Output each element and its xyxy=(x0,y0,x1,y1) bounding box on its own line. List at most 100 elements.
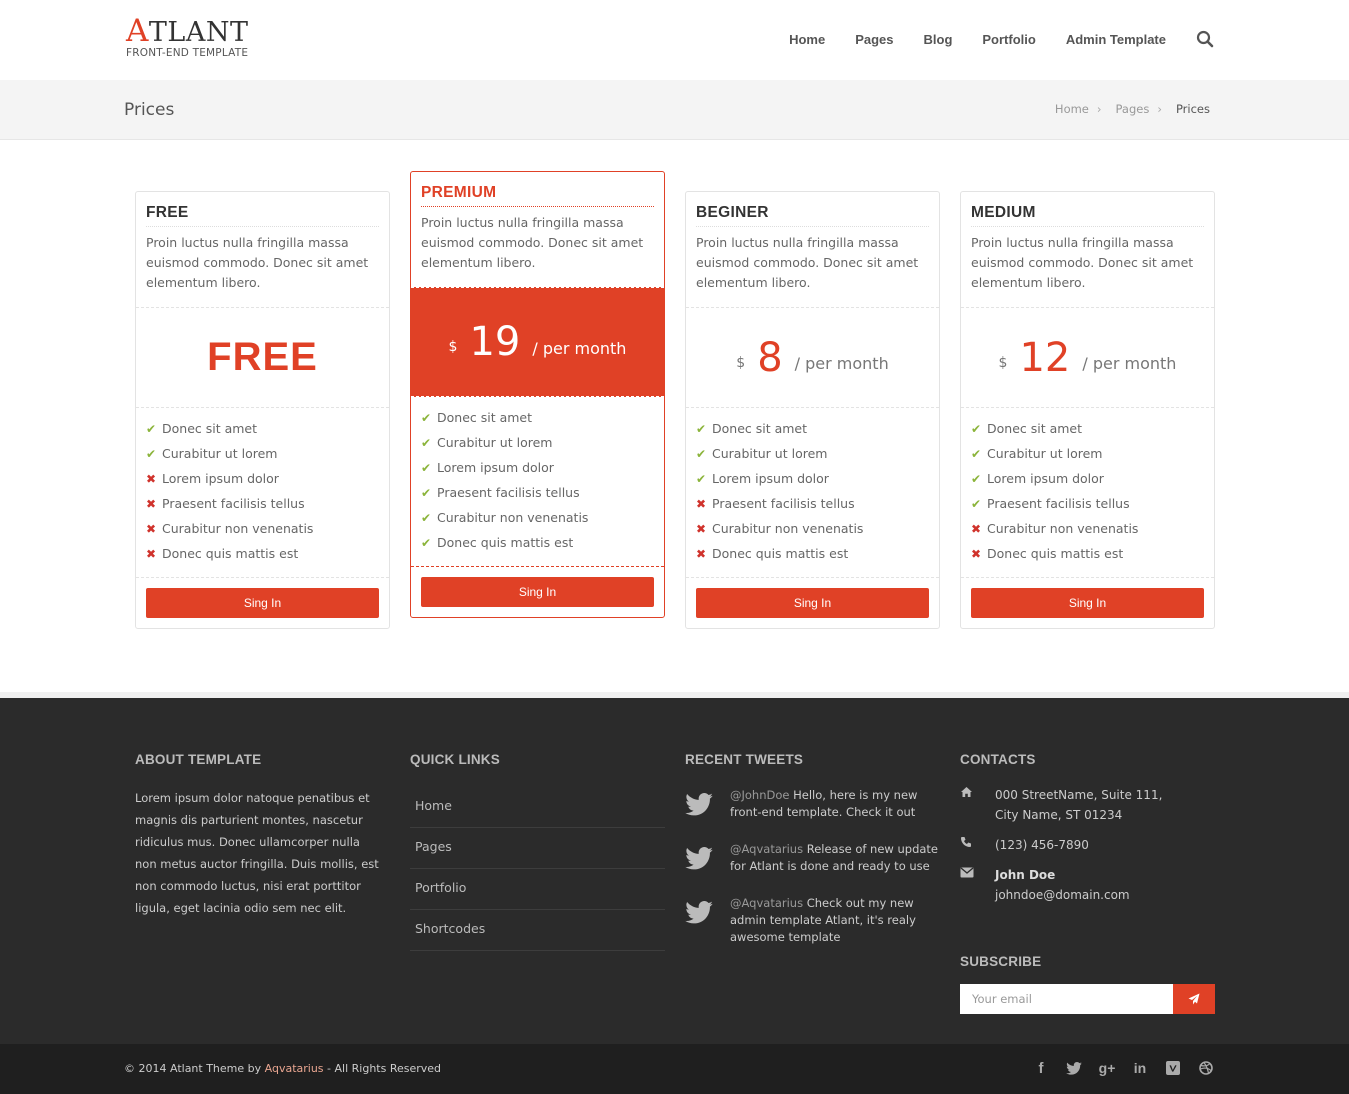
subscribe-form: Your email xyxy=(960,984,1215,1014)
cross-icon: ✖ xyxy=(146,547,157,561)
search-icon[interactable] xyxy=(1196,30,1214,48)
copyright-suffix: - All Rights Reserved xyxy=(323,1062,442,1075)
address-line-2: City Name, ST 01234 xyxy=(995,808,1123,822)
site-header: ATLANT FRONT-END TEMPLATE Home Pages Blo… xyxy=(0,0,1349,80)
feature-item: ✖ Curabitur non venenatis xyxy=(146,519,379,544)
cross-icon: ✖ xyxy=(971,522,982,536)
footer-about-text: Lorem ipsum dolor natoque penatibus et m… xyxy=(135,791,379,915)
check-icon: ✔ xyxy=(421,511,432,525)
plan-description: Proin luctus nulla fringilla massa euism… xyxy=(421,215,644,270)
feature-text: Curabitur ut lorem xyxy=(987,446,1103,461)
logo[interactable]: ATLANT FRONT-END TEMPLATE xyxy=(126,13,249,60)
chevron-right-icon: › xyxy=(1096,102,1102,116)
subscribe-button[interactable] xyxy=(1173,984,1215,1014)
nav-admin-template[interactable]: Admin Template xyxy=(1066,32,1166,47)
feature-item: ✔ Donec sit amet xyxy=(971,419,1204,444)
nav-blog[interactable]: Blog xyxy=(924,32,953,47)
twitter-bird-icon xyxy=(685,901,715,946)
price-currency: $ xyxy=(998,354,1008,371)
cross-icon: ✖ xyxy=(696,547,707,561)
feature-list: ✔ Donec sit amet ✔ Curabitur ut lorem ✔ Lorem… xyxy=(961,408,1214,578)
price-amount: 19 xyxy=(469,319,521,365)
feature-text: Curabitur non venenatis xyxy=(712,521,864,536)
linkedin-icon[interactable]: in xyxy=(1132,1060,1148,1076)
nav-portfolio[interactable]: Portfolio xyxy=(982,32,1035,47)
contact-name: John Doe xyxy=(995,868,1056,882)
feature-text: Donec sit amet xyxy=(712,421,808,436)
price-amount: 8 xyxy=(757,334,783,381)
feature-text: Lorem ipsum dolor xyxy=(162,471,279,486)
feature-item: ✔ Donec quis mattis est xyxy=(421,533,654,558)
footer-link-shortcodes[interactable]: Shortcodes xyxy=(410,910,665,951)
address-line-1: 000 StreetName, Suite 111, xyxy=(995,788,1163,802)
check-icon: ✔ xyxy=(971,472,982,486)
copyright-author-link[interactable]: Aqvatarius xyxy=(265,1062,324,1075)
check-icon: ✔ xyxy=(421,486,432,500)
footer-link-home[interactable]: Home xyxy=(410,787,665,828)
nav-pages[interactable]: Pages xyxy=(855,32,893,47)
footer-contacts: CONTACTS 000 StreetName, Suite 111, City … xyxy=(960,752,1162,905)
cross-icon: ✖ xyxy=(146,472,157,486)
feature-item: ✔ Curabitur ut lorem xyxy=(421,433,654,458)
google-plus-icon[interactable]: g+ xyxy=(1099,1060,1116,1076)
tweet-user[interactable]: @Aqvatarius xyxy=(730,896,803,910)
nav-home[interactable]: Home xyxy=(789,32,825,47)
feature-text: Curabitur non venenatis xyxy=(987,521,1139,536)
price-currency: $ xyxy=(448,339,458,355)
feature-item: ✖ Praesent facilisis tellus xyxy=(146,494,379,519)
breadcrumb: Home › Pages › Prices xyxy=(1049,102,1210,116)
footer-link-portfolio[interactable]: Portfolio xyxy=(410,869,665,910)
plan-name: BEGINER xyxy=(696,204,929,227)
footer-recent-tweets: RECENT TWEETS @JohnDoe Hello, here is my… xyxy=(685,752,940,966)
cross-icon: ✖ xyxy=(971,547,982,561)
footer-link-pages[interactable]: Pages xyxy=(410,828,665,869)
feature-text: Donec quis mattis est xyxy=(437,535,574,550)
sign-in-button[interactable]: Sing In xyxy=(421,577,654,607)
page-title: Prices xyxy=(124,100,175,120)
price-period: / per month xyxy=(532,338,627,358)
home-icon xyxy=(960,785,995,825)
bottom-bar: © 2014 Atlant Theme by Aqvatarius - All … xyxy=(0,1044,1349,1094)
subscribe-title: SUBSCRIBE xyxy=(960,954,1042,969)
logo-text: TLANT xyxy=(148,17,249,48)
breadcrumb-home[interactable]: Home xyxy=(1055,102,1089,116)
contact-email-address[interactable]: johndoe@domain.com xyxy=(995,885,1130,905)
page-heading-bar: Prices Home › Pages › Prices xyxy=(0,80,1349,140)
check-icon: ✔ xyxy=(146,447,157,461)
feature-item: ✖ Donec quis mattis est xyxy=(971,544,1204,569)
tweet-item: @Aqvatarius Release of new update for At… xyxy=(685,841,940,875)
feature-text: Donec sit amet xyxy=(437,410,533,425)
sign-in-button[interactable]: Sing In xyxy=(696,588,929,618)
facebook-icon[interactable]: f xyxy=(1033,1060,1049,1077)
vimeo-icon[interactable] xyxy=(1165,1060,1181,1076)
tweet-user[interactable]: @Aqvatarius xyxy=(730,842,803,856)
feature-item: ✔ Lorem ipsum dolor xyxy=(421,458,654,483)
sign-in-button[interactable]: Sing In xyxy=(146,588,379,618)
check-icon: ✔ xyxy=(971,422,982,436)
plan-description: Proin luctus nulla fringilla massa euism… xyxy=(971,235,1194,290)
subscribe-email-input[interactable]: Your email xyxy=(960,984,1173,1014)
pricing-plan-free: FREE Proin luctus nulla fringilla massa e… xyxy=(135,191,390,629)
feature-text: Curabitur ut lorem xyxy=(712,446,828,461)
contact-address: 000 StreetName, Suite 111, City Name, ST … xyxy=(960,785,1162,825)
feature-text: Donec quis mattis est xyxy=(712,546,849,561)
tweet-user[interactable]: @JohnDoe xyxy=(730,788,789,802)
footer-tweets-title: RECENT TWEETS xyxy=(685,752,804,767)
feature-text: Praesent facilisis tellus xyxy=(437,485,580,500)
tweet-item: @JohnDoe Hello, here is my new front-end… xyxy=(685,787,940,821)
sign-in-button[interactable]: Sing In xyxy=(971,588,1204,618)
feature-item: ✔ Praesent facilisis tellus xyxy=(971,494,1204,519)
logo-first-letter: A xyxy=(126,13,149,49)
price-box: FREE xyxy=(136,307,389,408)
feature-text: Curabitur non venenatis xyxy=(162,521,314,536)
feature-item: ✔ Curabitur non venenatis xyxy=(421,508,654,533)
feature-text: Praesent facilisis tellus xyxy=(162,496,305,511)
dribbble-icon[interactable] xyxy=(1198,1060,1214,1076)
twitter-bird-icon xyxy=(685,847,715,875)
feature-item: ✔ Curabitur ut lorem xyxy=(696,444,929,469)
breadcrumb-pages[interactable]: Pages xyxy=(1116,102,1150,116)
feature-item: ✖ Donec quis mattis est xyxy=(146,544,379,569)
social-links: f g+ in xyxy=(1016,1060,1214,1077)
twitter-icon[interactable] xyxy=(1066,1060,1082,1076)
check-icon: ✔ xyxy=(421,436,432,450)
